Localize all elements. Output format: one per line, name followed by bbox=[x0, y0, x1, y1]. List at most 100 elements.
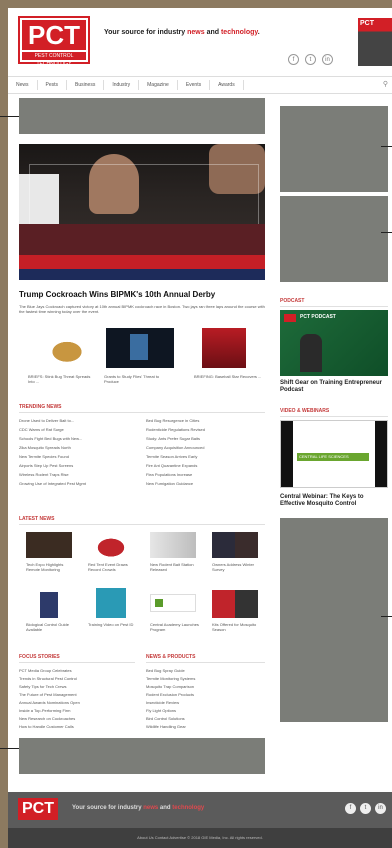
list-item[interactable]: Termite Season Arrives Early bbox=[146, 454, 197, 459]
thumb-caption-1[interactable]: BRIEFS: Stink Bug Threat Spreads Into ..… bbox=[28, 374, 98, 384]
latest-thumb-2[interactable] bbox=[88, 532, 134, 558]
annotation-line bbox=[381, 616, 392, 617]
list-item[interactable]: Inside a Top-Performing Firm bbox=[19, 708, 71, 713]
webinar-title[interactable]: Central Webinar: The Keys to Effective M… bbox=[280, 494, 388, 508]
list-item[interactable]: Drone Used to Deliver Bait to... bbox=[19, 418, 74, 423]
magazine-cover[interactable]: PCT bbox=[358, 18, 392, 66]
list-item[interactable]: New Termite Species Found bbox=[19, 454, 69, 459]
latest-rule bbox=[19, 524, 265, 525]
latest-thumb-6[interactable] bbox=[96, 588, 126, 618]
list-item[interactable]: Rodenticide Regulations Revised bbox=[146, 427, 205, 432]
nav-magazine[interactable]: Magazine bbox=[139, 80, 178, 90]
latest-caption-2[interactable]: Red Tent Event Draws Record Crowds bbox=[88, 562, 138, 572]
list-item[interactable]: Airports Step Up Pest Screens bbox=[19, 463, 73, 468]
list-item[interactable]: Wireless Rodent Traps Rise bbox=[19, 472, 69, 477]
latest-thumb-8[interactable] bbox=[212, 590, 258, 618]
list-item[interactable]: Fire Ant Quarantine Expands bbox=[146, 463, 197, 468]
podcast-title[interactable]: Shift Gear on Training Entrepreneur Podc… bbox=[280, 380, 388, 394]
search-icon[interactable]: ⚲ bbox=[383, 80, 388, 88]
thumb-player[interactable] bbox=[202, 328, 246, 368]
latest-thumb-3[interactable] bbox=[150, 532, 196, 558]
facebook-icon[interactable]: f bbox=[345, 803, 356, 814]
twitter-icon[interactable]: t bbox=[360, 803, 371, 814]
nav-awards[interactable]: Awards bbox=[210, 80, 244, 90]
list-item[interactable]: Bed Bug Resurgence in Cities bbox=[146, 418, 199, 423]
latest-heading: LATEST NEWS bbox=[19, 516, 55, 522]
logo-sub: PEST CONTROL TECHNOLOGY bbox=[22, 52, 86, 67]
sidebar-ad-second[interactable] bbox=[280, 196, 388, 282]
magazine-logo: PCT bbox=[360, 20, 374, 27]
list-item[interactable]: Annual Awards Nominations Open bbox=[19, 700, 80, 705]
leaderboard-ad[interactable] bbox=[19, 98, 265, 134]
thumb-graphic-inner bbox=[130, 334, 148, 360]
list-item[interactable]: Bird Control Solutions bbox=[146, 716, 185, 721]
linkedin-icon[interactable]: in bbox=[375, 803, 386, 814]
list-item[interactable]: Insecticide Review bbox=[146, 700, 179, 705]
list-item[interactable]: New Fumigation Guidance bbox=[146, 481, 193, 486]
list-item[interactable]: PCT Media Group Celebrates bbox=[19, 668, 72, 673]
list-item[interactable]: CDC Warns of Rat Surge bbox=[19, 427, 64, 432]
list-item[interactable]: Mosquito Trap Comparison bbox=[146, 684, 194, 689]
list-item[interactable]: Zika Mosquito Spreads North bbox=[19, 445, 71, 450]
footer: PCT Your source for industry news and te… bbox=[8, 792, 392, 828]
latest-caption-8[interactable]: Kits Offered for Mosquito Season bbox=[212, 622, 262, 632]
podcast-pct-mark bbox=[284, 314, 296, 322]
thumb-bee[interactable] bbox=[38, 332, 96, 368]
list-item[interactable]: Wildlife Handling Gear bbox=[146, 724, 186, 729]
nav-events[interactable]: Events bbox=[178, 80, 211, 90]
products-rule bbox=[146, 662, 265, 663]
annotation-line bbox=[0, 116, 19, 117]
list-item[interactable]: The Future of Pest Management bbox=[19, 692, 77, 697]
nav-pests[interactable]: Pests bbox=[38, 80, 68, 90]
list-item[interactable]: Fly Light Options bbox=[146, 708, 176, 713]
linkedin-icon[interactable]: in bbox=[322, 54, 333, 65]
latest-caption-3[interactable]: New Rodent Bait Station Released bbox=[150, 562, 200, 572]
footer-tag-tech: technology bbox=[172, 805, 205, 811]
latest-caption-6[interactable]: Training Video on Pest ID bbox=[88, 622, 138, 627]
list-item[interactable]: Growing Use of Integrated Pest Mgmt bbox=[19, 481, 86, 486]
podcast-heading: PODCAST bbox=[280, 298, 305, 304]
facebook-icon[interactable]: f bbox=[288, 54, 299, 65]
nav-news[interactable]: News bbox=[8, 80, 38, 90]
tagline-prefix: Your source for industry bbox=[104, 29, 188, 36]
list-item[interactable]: Safety Tips for Tech Crews bbox=[19, 684, 67, 689]
hero-title[interactable]: Trump Cockroach Wins BIPMK's 10th Annual… bbox=[19, 290, 215, 299]
products-heading: NEWS & PRODUCTS bbox=[146, 654, 196, 660]
focus-heading: FOCUS STORIES bbox=[19, 654, 60, 660]
webinar-image[interactable]: CENTRAL LIFE SCIENCES bbox=[280, 420, 388, 488]
latest-thumb-7[interactable] bbox=[150, 594, 196, 612]
list-item[interactable]: Study: Ants Prefer Sugar Baits bbox=[146, 436, 200, 441]
list-item[interactable]: Termite Monitoring Systems bbox=[146, 676, 195, 681]
list-item[interactable]: Company Acquisition Announced bbox=[146, 445, 204, 450]
latest-thumb-1[interactable] bbox=[26, 532, 72, 558]
nav-industry[interactable]: Industry bbox=[104, 80, 140, 90]
webinar-heading: VIDEO & WEBINARS bbox=[280, 408, 330, 414]
list-item[interactable]: Flea Populations Increase bbox=[146, 472, 192, 477]
footer-logo[interactable]: PCT bbox=[18, 798, 58, 820]
academy-leaf-icon bbox=[155, 599, 163, 607]
bottom-leaderboard-ad[interactable] bbox=[19, 738, 265, 774]
latest-caption-5[interactable]: Biological Control Guide Available bbox=[26, 622, 76, 632]
podcast-image[interactable]: PCT PODCAST bbox=[280, 310, 388, 376]
thumb-caption-3[interactable]: BRIEFING: Baseball Star Recovers ... bbox=[194, 374, 264, 379]
list-item[interactable]: New Research on Cockroaches bbox=[19, 716, 75, 721]
latest-caption-7[interactable]: Central Academy Launches Program bbox=[150, 622, 200, 632]
list-item[interactable]: Schools Fight Bed Bugs with New... bbox=[19, 436, 82, 441]
latest-thumb-5[interactable] bbox=[40, 592, 58, 618]
pct-logo[interactable]: PCT PEST CONTROL TECHNOLOGY bbox=[18, 16, 90, 67]
twitter-icon[interactable]: t bbox=[305, 54, 316, 65]
list-item[interactable]: Trends in Structural Pest Control bbox=[19, 676, 77, 681]
list-item[interactable]: Bed Bug Spray Guide bbox=[146, 668, 185, 673]
hero-image[interactable] bbox=[19, 144, 265, 280]
nav-business[interactable]: Business bbox=[67, 80, 105, 90]
webinar-rule bbox=[280, 416, 388, 417]
sidebar-ad-skyscraper[interactable] bbox=[280, 518, 388, 722]
latest-caption-1[interactable]: Tech Expo Highlights Remote Monitoring bbox=[26, 562, 76, 572]
latest-thumb-4[interactable] bbox=[212, 532, 258, 558]
latest-caption-4[interactable]: Owners Address Winter Survey bbox=[212, 562, 262, 572]
list-item[interactable]: Rodent Exclusion Products bbox=[146, 692, 194, 697]
list-item[interactable]: How to Handle Customer Calls bbox=[19, 724, 74, 729]
sidebar-ad-top[interactable] bbox=[280, 106, 388, 192]
thumb-graphic[interactable] bbox=[106, 328, 174, 368]
thumb-caption-2[interactable]: Grants to Study Flies' Threat to Produce bbox=[104, 374, 174, 384]
